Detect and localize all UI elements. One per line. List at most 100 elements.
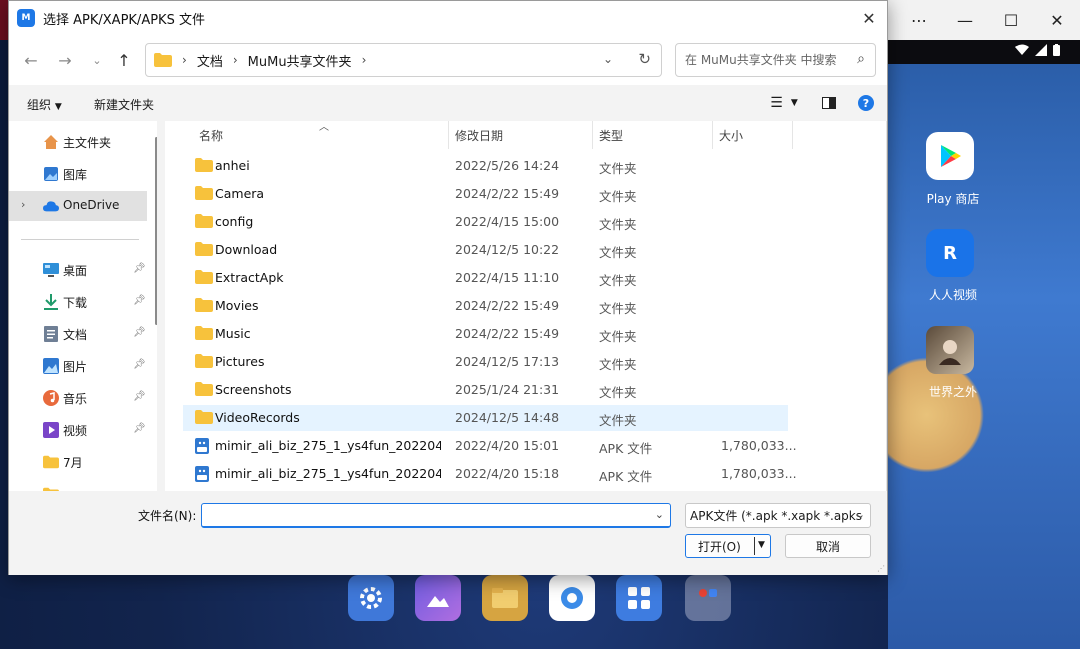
file-list-scrollbar[interactable] (886, 121, 887, 491)
column-header-name[interactable]: 名称 (199, 121, 223, 149)
emulator-titlebar: ⋯ — ☐ ✕ (888, 0, 1080, 40)
sidebar-item-label: 7月 (63, 456, 83, 470)
organize-button[interactable]: 组织 ▼ (27, 96, 62, 113)
file-type: 文件夹 (599, 329, 637, 344)
sidebar-item-music[interactable]: 音乐 📌︎ (9, 383, 147, 413)
file-row[interactable]: ExtractApk 2022/4/15 11:10 文件夹 (183, 265, 788, 291)
preview-pane-button[interactable] (821, 93, 837, 113)
column-divider[interactable] (712, 121, 713, 149)
back-arrow-icon[interactable]: ← (19, 48, 43, 72)
column-header-size[interactable]: 大小 (719, 121, 743, 149)
breadcrumb-separator-icon: › (232, 53, 238, 67)
settings-icon[interactable] (348, 575, 394, 621)
file-type: 文件夹 (599, 413, 637, 428)
sidebar-item-home[interactable]: 主文件夹 (9, 127, 147, 157)
column-header-label: 大小 (719, 128, 744, 143)
file-row[interactable]: Movies 2024/2/22 15:49 文件夹 (183, 293, 788, 319)
game-avatar-icon[interactable] (926, 326, 974, 374)
file-row[interactable]: mimir_ali_biz_275_1_ys4fun_20220418... 20… (183, 433, 797, 459)
desktop-icon (43, 262, 59, 278)
search-box[interactable]: ⌕ (675, 43, 876, 77)
file-row[interactable]: Music 2024/2/22 15:49 文件夹 (183, 321, 788, 347)
rr-video-icon[interactable]: R (926, 229, 974, 277)
file-date: 2024/12/5 10:22 (455, 242, 560, 257)
column-header-date[interactable]: 修改日期 (455, 121, 503, 149)
open-button[interactable]: 打开(O) ▼ (685, 534, 771, 558)
search-input[interactable] (685, 53, 845, 67)
sidebar-item-label: 图片 (63, 360, 88, 374)
sidebar-item-onedrive[interactable]: › OneDrive (9, 191, 147, 221)
pin-icon: 📌︎ (133, 263, 146, 274)
sidebar-item-folder-july[interactable]: 7月 (9, 447, 147, 477)
filename-combobox[interactable]: ⌄ (201, 503, 671, 528)
file-name: mimir_ali_biz_275_1_ys4fun_20220418... (215, 466, 441, 481)
breadcrumb-mumu-shared[interactable]: MuMu共享文件夹 (248, 51, 352, 70)
file-date: 2024/2/22 15:49 (455, 186, 560, 201)
folder-icon (195, 298, 213, 314)
forward-arrow-icon[interactable]: → (53, 48, 77, 72)
folder-icon (43, 454, 59, 470)
gallery-app-icon[interactable] (415, 575, 461, 621)
up-arrow-icon[interactable]: ↑ (112, 48, 136, 72)
address-bar[interactable]: › 文档 › MuMu共享文件夹 › ⌄ ↻ (145, 43, 662, 77)
file-type-filter[interactable]: APK文件 (*.apk *.xapk *.apks ⌄ (685, 503, 871, 528)
file-row[interactable]: mimir_ali_biz_275_1_ys4fun_20220418... 20… (183, 461, 797, 487)
close-icon[interactable]: ✕ (857, 6, 881, 30)
help-button[interactable]: ? (857, 93, 875, 113)
file-row[interactable]: Pictures 2024/12/5 17:13 文件夹 (183, 349, 788, 375)
file-date: 2022/4/20 15:01 (455, 438, 560, 453)
recent-locations-chevron-icon[interactable]: ⌄ (85, 48, 109, 72)
chevron-right-icon[interactable]: › (21, 198, 25, 211)
folder-icon (195, 270, 213, 286)
google-folder-icon[interactable] (685, 575, 731, 621)
breadcrumb-separator-icon: › (182, 53, 187, 67)
breadcrumb-documents[interactable]: 文档 (197, 51, 223, 70)
wifi-icon (1015, 44, 1029, 55)
file-row[interactable]: Screenshots 2025/1/24 21:31 文件夹 (183, 377, 788, 403)
files-icon[interactable] (482, 575, 528, 621)
chevron-down-icon: ▼ (54, 102, 62, 112)
column-divider[interactable] (792, 121, 793, 149)
column-divider[interactable] (448, 121, 449, 149)
view-options-button[interactable]: ☰ ▼ (767, 93, 801, 113)
browser-icon[interactable] (549, 575, 595, 621)
file-row[interactable]: VideoRecords 2024/12/5 14:48 文件夹 (183, 405, 788, 431)
file-name: Movies (215, 298, 259, 313)
emulator-close-icon[interactable]: ✕ (1042, 6, 1072, 34)
pin-icon: 📌︎ (133, 423, 146, 434)
maximize-icon[interactable]: ☐ (996, 6, 1026, 34)
sidebar-divider (21, 239, 139, 240)
sidebar-item-desktop[interactable]: 桌面 📌︎ (9, 255, 147, 285)
sidebar-item-downloads[interactable]: 下载 📌︎ (9, 287, 147, 317)
search-icon: ⌕ (857, 51, 865, 67)
filename-input[interactable] (206, 504, 646, 525)
sidebar-item-gallery[interactable]: 图库 (9, 159, 147, 189)
pin-icon: 📌︎ (133, 295, 146, 306)
column-divider[interactable] (592, 121, 593, 149)
refresh-icon[interactable]: ↻ (638, 50, 651, 68)
pin-icon: 📌︎ (133, 391, 146, 402)
sidebar-scrollbar[interactable] (155, 137, 157, 325)
open-options-chevron-icon[interactable]: ▼ (758, 540, 765, 550)
file-row[interactable]: anhei 2022/5/26 14:24 文件夹 (183, 153, 788, 179)
column-header-type[interactable]: 类型 (599, 121, 623, 149)
minimize-icon[interactable]: — (950, 6, 980, 34)
sidebar-item-partial[interactable] (9, 479, 147, 491)
list-view-icon: ☰ (770, 95, 783, 111)
file-row[interactable]: Download 2024/12/5 10:22 文件夹 (183, 237, 788, 263)
file-row[interactable]: Camera 2024/2/22 15:49 文件夹 (183, 181, 788, 207)
sidebar-item-videos[interactable]: 视频 📌︎ (9, 415, 147, 445)
play-store-icon[interactable] (926, 132, 974, 180)
sidebar-item-pictures[interactable]: 图片 📌︎ (9, 351, 147, 381)
more-icon[interactable]: ⋯ (904, 6, 934, 34)
address-history-chevron-icon[interactable]: ⌄ (603, 52, 613, 66)
new-folder-button[interactable]: 新建文件夹 (94, 96, 154, 113)
resize-grip-icon[interactable]: ⋰ (877, 564, 885, 573)
cancel-button[interactable]: 取消 (785, 534, 871, 558)
sidebar-item-documents[interactable]: 文档 📌︎ (9, 319, 147, 349)
app-store-icon[interactable] (616, 575, 662, 621)
column-header-label: 名称 (199, 128, 224, 143)
file-name: VideoRecords (215, 410, 300, 425)
chevron-down-icon[interactable]: ⌄ (655, 508, 664, 521)
file-row[interactable]: config 2022/4/15 15:00 文件夹 (183, 209, 788, 235)
